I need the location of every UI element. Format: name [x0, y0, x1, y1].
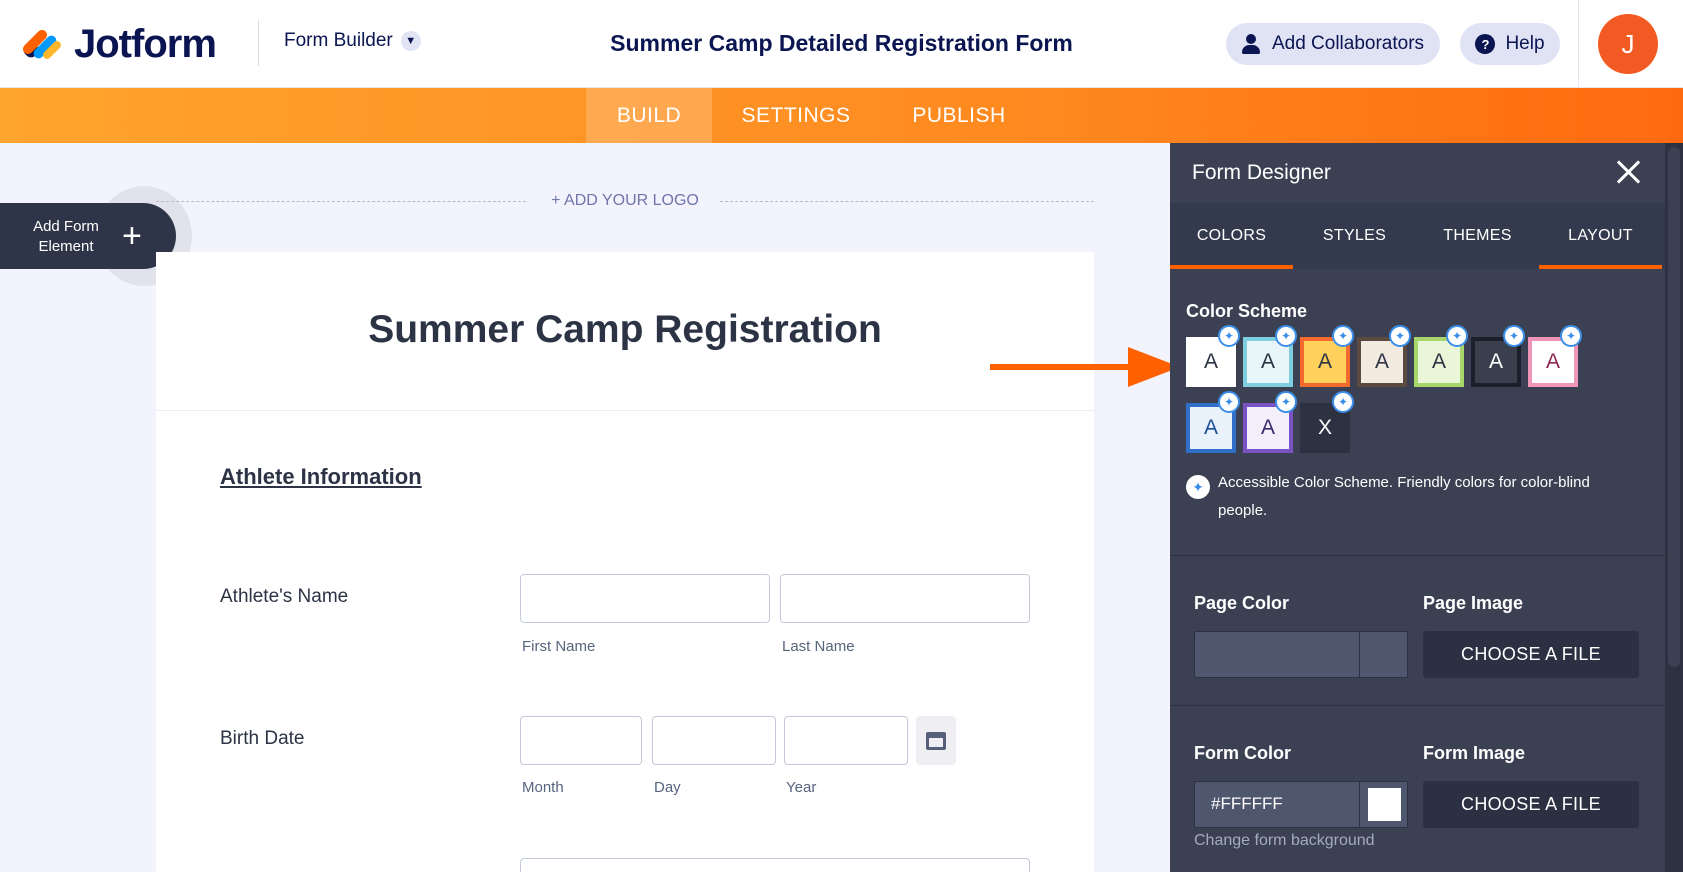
close-icon[interactable] — [1613, 157, 1643, 187]
form-color-preview — [1368, 788, 1401, 821]
form-color-swatch[interactable] — [1359, 782, 1407, 827]
chevron-down-icon: ▼ — [400, 31, 421, 51]
form-builder-label: Form Builder — [284, 30, 393, 51]
form-color-value: #FFFFFF — [1211, 794, 1283, 813]
designer-tabs: COLORS STYLES THEMES LAYOUT — [1170, 203, 1665, 269]
color-scheme-title: Color Scheme — [1186, 301, 1308, 321]
panel-scrollbar[interactable] — [1665, 143, 1683, 872]
tab-styles[interactable]: STYLES — [1293, 203, 1416, 269]
year-sublabel: Year — [786, 779, 817, 796]
accessibility-icon: ✦ — [1186, 475, 1210, 499]
tab-publish[interactable]: PUBLISH — [884, 88, 1034, 143]
accessibility-badge-icon: ✦ — [1560, 325, 1582, 347]
add-logo-link[interactable]: + ADD YOUR LOGO — [540, 192, 710, 210]
page-image-label: Page Image — [1423, 593, 1524, 613]
section-title[interactable]: Athlete Information — [220, 464, 422, 490]
last-name-sublabel: Last Name — [782, 638, 855, 655]
page-color-label: Page Color — [1194, 593, 1290, 613]
accessibility-badge-icon: ✦ — [1275, 325, 1297, 347]
jotform-logo-icon — [20, 25, 63, 65]
page-color-swatch[interactable] — [1359, 632, 1407, 677]
day-input[interactable] — [652, 716, 776, 765]
form-designer-panel: Form Designer COLORS STYLES THEMES LAYOU… — [1170, 143, 1665, 872]
tab-colors[interactable]: COLORS — [1170, 203, 1293, 269]
logo-dashed-line-right — [720, 201, 1094, 202]
first-name-input[interactable] — [520, 574, 770, 623]
page-color-field[interactable] — [1194, 631, 1408, 678]
top-header: Jotform Form Builder ▼ Summer Camp Detai… — [0, 0, 1683, 88]
accessibility-badge-icon: ✦ — [1503, 325, 1525, 347]
tab-settings[interactable]: SETTINGS — [720, 88, 872, 143]
panel-divider — [1170, 705, 1665, 706]
card-divider — [156, 410, 1094, 411]
scroll-thumb[interactable] — [1668, 147, 1680, 667]
panel-title: Form Designer — [1192, 161, 1331, 184]
form-heading[interactable]: Summer Camp Registration — [156, 308, 1094, 352]
help-label: Help — [1505, 33, 1545, 54]
annotation-arrow-shaft — [990, 364, 1130, 370]
add-collaborators-button[interactable]: Add Collaborators — [1226, 23, 1440, 65]
tab-build[interactable]: BUILD — [586, 88, 712, 143]
logo-dashed-line-left — [156, 201, 526, 202]
panel-header: Form Designer — [1170, 143, 1665, 203]
form-color-helper: Change form background — [1194, 832, 1375, 849]
add-form-element-label: Add Form Element — [33, 218, 99, 255]
accessibility-badge-icon: ✦ — [1332, 325, 1354, 347]
accessibility-badge-icon: ✦ — [1446, 325, 1468, 347]
add-collaborators-label: Add Collaborators — [1271, 33, 1425, 54]
form-card: Summer Camp Registration Athlete Informa… — [156, 252, 1094, 872]
day-sublabel: Day — [654, 779, 681, 796]
page-image-choose-button[interactable]: CHOOSE A FILE — [1423, 631, 1639, 678]
tab-layout[interactable]: LAYOUT — [1539, 203, 1662, 269]
accessibility-badge-icon: ✦ — [1218, 391, 1240, 413]
brand-name: Jotform — [74, 22, 217, 66]
form-image-choose-button[interactable]: CHOOSE A FILE — [1423, 781, 1639, 828]
form-color-label: Form Color — [1194, 743, 1291, 763]
last-name-input[interactable] — [780, 574, 1030, 623]
accessible-note: Accessible Color Scheme. Friendly colors… — [1218, 474, 1590, 519]
plus-icon: + — [122, 217, 142, 255]
header-separator — [1578, 0, 1579, 88]
accessibility-badge-icon: ✦ — [1389, 325, 1411, 347]
accessibility-badge-icon: ✦ — [1218, 325, 1240, 347]
form-title[interactable]: Summer Camp Detailed Registration Form — [560, 30, 1123, 57]
date-picker-button[interactable] — [916, 716, 956, 765]
header-divider — [258, 20, 259, 66]
person-icon — [1241, 34, 1260, 54]
form-image-label: Form Image — [1423, 743, 1526, 763]
jotform-logo[interactable]: Jotform — [20, 22, 217, 67]
month-input[interactable] — [520, 716, 642, 765]
calendar-icon — [926, 731, 946, 750]
accessibility-badge-icon: ✦ — [1332, 391, 1354, 413]
user-avatar[interactable]: J — [1598, 14, 1658, 74]
panel-divider — [1170, 555, 1665, 556]
next-field-input[interactable] — [520, 858, 1030, 872]
help-icon: ? — [1475, 34, 1496, 54]
first-name-sublabel: First Name — [522, 638, 596, 655]
add-form-element-button[interactable]: Add Form Element + — [0, 203, 176, 269]
form-color-field[interactable]: #FFFFFF — [1194, 781, 1408, 828]
year-input[interactable] — [784, 716, 908, 765]
form-builder-menu[interactable]: Form Builder ▼ — [284, 30, 421, 52]
tab-themes[interactable]: THEMES — [1416, 203, 1539, 269]
accessibility-badge-icon: ✦ — [1275, 391, 1297, 413]
month-sublabel: Month — [522, 779, 564, 796]
builder-nav: BUILD SETTINGS PUBLISH — [0, 88, 1683, 143]
birth-date-label: Birth Date — [220, 728, 305, 749]
athlete-name-label: Athlete's Name — [220, 586, 349, 607]
help-button[interactable]: ? Help — [1460, 23, 1560, 65]
